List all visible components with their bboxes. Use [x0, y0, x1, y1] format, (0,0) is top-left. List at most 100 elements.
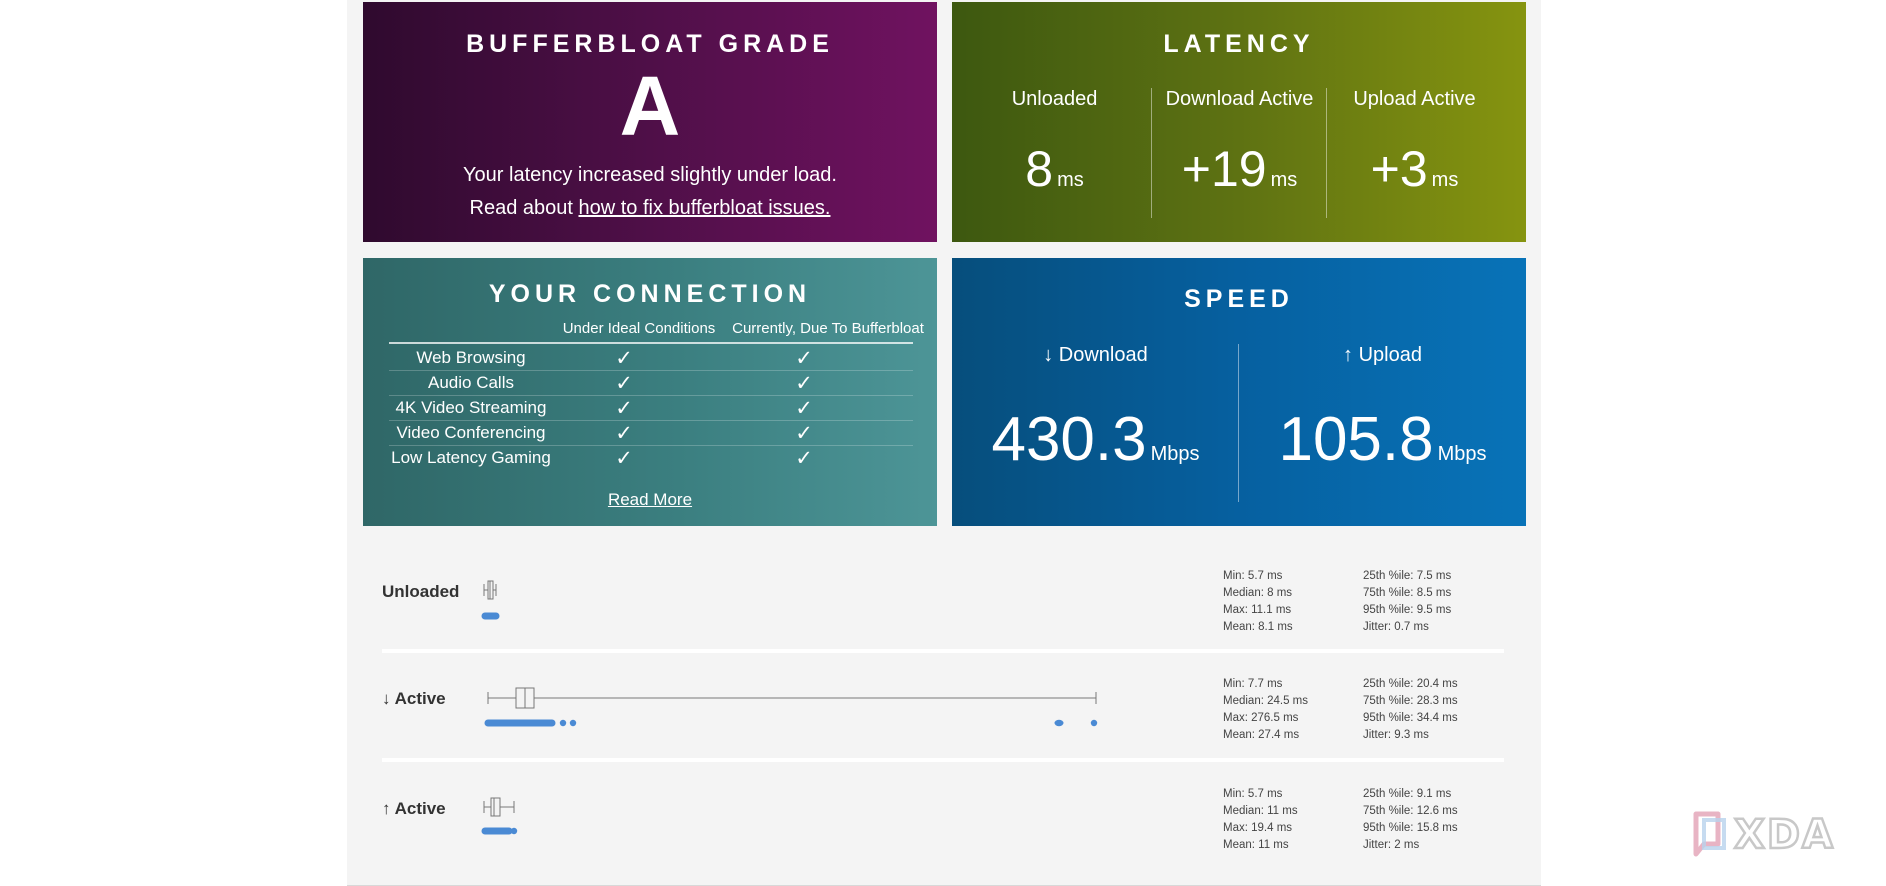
latency-upload-label: Upload Active — [1353, 88, 1476, 110]
download-speed: ↓ Download 430.3 Mbps — [952, 344, 1239, 504]
table-row: 4K Video Streaming ✓ ✓ — [389, 396, 913, 421]
stat-mean: Mean: 27.4 ms — [1223, 729, 1300, 741]
check-icon: ✓ — [615, 422, 633, 445]
speed-title: SPEED — [1184, 285, 1294, 313]
stat-p75: 75th %ile: 12.6 ms — [1363, 805, 1458, 817]
stat-p25: 25th %ile: 9.1 ms — [1363, 788, 1452, 800]
stat-p25: 25th %ile: 20.4 ms — [1363, 678, 1458, 690]
table-row: Low Latency Gaming ✓ ✓ — [389, 446, 913, 471]
row-divider — [382, 649, 1504, 653]
latency-download-label: Download Active — [1165, 88, 1314, 110]
stat-min: Min: 5.7 ms — [1223, 570, 1283, 582]
check-icon: ✓ — [615, 397, 633, 420]
stat-max: Max: 276.5 ms — [1223, 712, 1299, 724]
stat-median: Median: 8 ms — [1223, 587, 1293, 599]
latency-unloaded: Unloaded 8 ms — [967, 88, 1142, 218]
stat-p95: 95th %ile: 15.8 ms — [1363, 822, 1458, 834]
grade-read-about: Read about how to fix bufferbloat issues… — [363, 197, 937, 220]
outlier-dot — [559, 719, 567, 727]
current-conditions-header: Currently, Due To Bufferbloat — [732, 320, 924, 337]
use-case-name: Video Conferencing — [396, 423, 546, 442]
latency-distribution-download-active: ↓ Active Min: 7.7 ms Median: 24.5 ms Max… — [0, 668, 1886, 768]
latency-download-value: +19 — [1181, 141, 1267, 197]
read-about-prefix: Read about — [469, 197, 579, 219]
latency-upload-active: Upload Active +3 ms — [1327, 88, 1502, 218]
stat-min: Min: 7.7 ms — [1223, 678, 1283, 690]
upload-speed: ↑ Upload 105.8 Mbps — [1239, 344, 1526, 504]
stat-p25: 25th %ile: 7.5 ms — [1363, 570, 1452, 582]
check-icon: ✓ — [795, 397, 813, 420]
upload-value-wrap: 105.8 Mbps — [1239, 404, 1526, 475]
check-icon: ✓ — [615, 347, 633, 370]
check-icon: ✓ — [795, 447, 813, 470]
stat-jitter: Jitter: 0.7 ms — [1363, 621, 1429, 633]
latency-download-unit: ms — [1270, 169, 1298, 191]
row-divider — [382, 758, 1504, 762]
read-more-link[interactable]: Read More — [608, 490, 692, 509]
table-row: Web Browsing ✓ ✓ — [389, 346, 913, 371]
latency-card: LATENCY Unloaded 8 ms Download Active +19… — [952, 2, 1526, 242]
latency-download-active: Download Active +19 ms — [1152, 88, 1327, 218]
use-case-name: Web Browsing — [416, 348, 526, 367]
unloaded-boxplot — [481, 580, 500, 620]
grade-title: BUFFERBLOAT GRADE — [466, 30, 834, 58]
download-active-boxplot — [484, 687, 1098, 727]
download-value-wrap: 430.3 Mbps — [952, 404, 1239, 475]
stat-max: Max: 11.1 ms — [1223, 604, 1292, 616]
latency-unloaded-unit: ms — [1057, 169, 1084, 191]
stat-median: Median: 11 ms — [1223, 805, 1298, 817]
check-icon: ✓ — [615, 447, 633, 470]
outlier-dot — [1090, 719, 1098, 727]
latency-unloaded-value-wrap: 8 ms — [967, 140, 1142, 198]
stat-max: Max: 19.4 ms — [1223, 822, 1293, 834]
connection-title: YOUR CONNECTION — [488, 280, 812, 308]
stat-jitter: Jitter: 9.3 ms — [1363, 729, 1429, 741]
latency-download-value-wrap: +19 ms — [1152, 140, 1327, 198]
upload-value: 105.8 — [1278, 405, 1434, 474]
grade-description: Your latency increased slightly under lo… — [463, 164, 837, 186]
outlier-dot — [1054, 719, 1064, 727]
latency-title: LATENCY — [1163, 30, 1315, 58]
xda-logo: XDA — [1693, 811, 1834, 859]
stats-left: Min: 5.7 ms Median: 11 ms Max: 19.4 ms M… — [1223, 786, 1298, 854]
read-more-wrap: Read More — [363, 490, 937, 510]
use-case-name: Low Latency Gaming — [391, 448, 551, 467]
latency-upload-value: +3 — [1370, 141, 1428, 197]
download-value: 430.3 — [991, 405, 1147, 474]
stats-left: Min: 7.7 ms Median: 24.5 ms Max: 276.5 m… — [1223, 676, 1308, 744]
outlier-dot — [510, 827, 518, 835]
stat-p95: 95th %ile: 9.5 ms — [1363, 604, 1452, 616]
check-icon: ✓ — [795, 372, 813, 395]
latency-distribution-upload-active: ↑ Active Min: 5.7 ms Median: 11 ms Max: … — [0, 778, 1886, 878]
stat-p75: 75th %ile: 28.3 ms — [1363, 695, 1458, 707]
stat-min: Min: 5.7 ms — [1223, 788, 1283, 800]
table-row: Video Conferencing ✓ ✓ — [389, 421, 913, 446]
stat-mean: Mean: 11 ms — [1223, 839, 1289, 851]
table-row: Audio Calls ✓ ✓ — [389, 371, 913, 396]
stats-right: 25th %ile: 9.1 ms 75th %ile: 12.6 ms 95t… — [1363, 786, 1458, 854]
header-rule — [389, 342, 913, 344]
stats-right: 25th %ile: 7.5 ms 75th %ile: 8.5 ms 95th… — [1363, 568, 1451, 636]
fix-bufferbloat-link[interactable]: how to fix bufferbloat issues. — [578, 197, 830, 219]
latency-unloaded-label: Unloaded — [1011, 88, 1098, 110]
bufferbloat-grade-card: BUFFERBLOAT GRADE A Your latency increas… — [363, 2, 937, 242]
download-label: ↓ Download — [1043, 344, 1148, 366]
stat-p75: 75th %ile: 8.5 ms — [1363, 587, 1452, 599]
download-unit: Mbps — [1150, 443, 1200, 465]
outlier-dot — [569, 719, 577, 727]
upload-label: ↑ Upload — [1343, 344, 1422, 366]
check-icon: ✓ — [795, 422, 813, 445]
check-icon: ✓ — [615, 372, 633, 395]
use-case-name: 4K Video Streaming — [395, 398, 547, 417]
stats-left: Min: 5.7 ms Median: 8 ms Max: 11.1 ms Me… — [1223, 568, 1293, 636]
box — [490, 797, 501, 817]
stat-mean: Mean: 8.1 ms — [1223, 621, 1293, 633]
latency-upload-unit: ms — [1431, 169, 1459, 191]
stat-jitter: Jitter: 2 ms — [1363, 839, 1420, 851]
stat-median: Median: 24.5 ms — [1223, 695, 1309, 707]
stats-right: 25th %ile: 20.4 ms 75th %ile: 28.3 ms 95… — [1363, 676, 1458, 744]
upload-active-boxplot — [481, 797, 518, 835]
latency-unloaded-value: 8 — [1025, 141, 1054, 197]
speed-card: SPEED ↓ Download 430.3 Mbps ↑ Upload 105.… — [952, 258, 1526, 526]
ideal-conditions-header: Under Ideal Conditions — [562, 320, 716, 337]
